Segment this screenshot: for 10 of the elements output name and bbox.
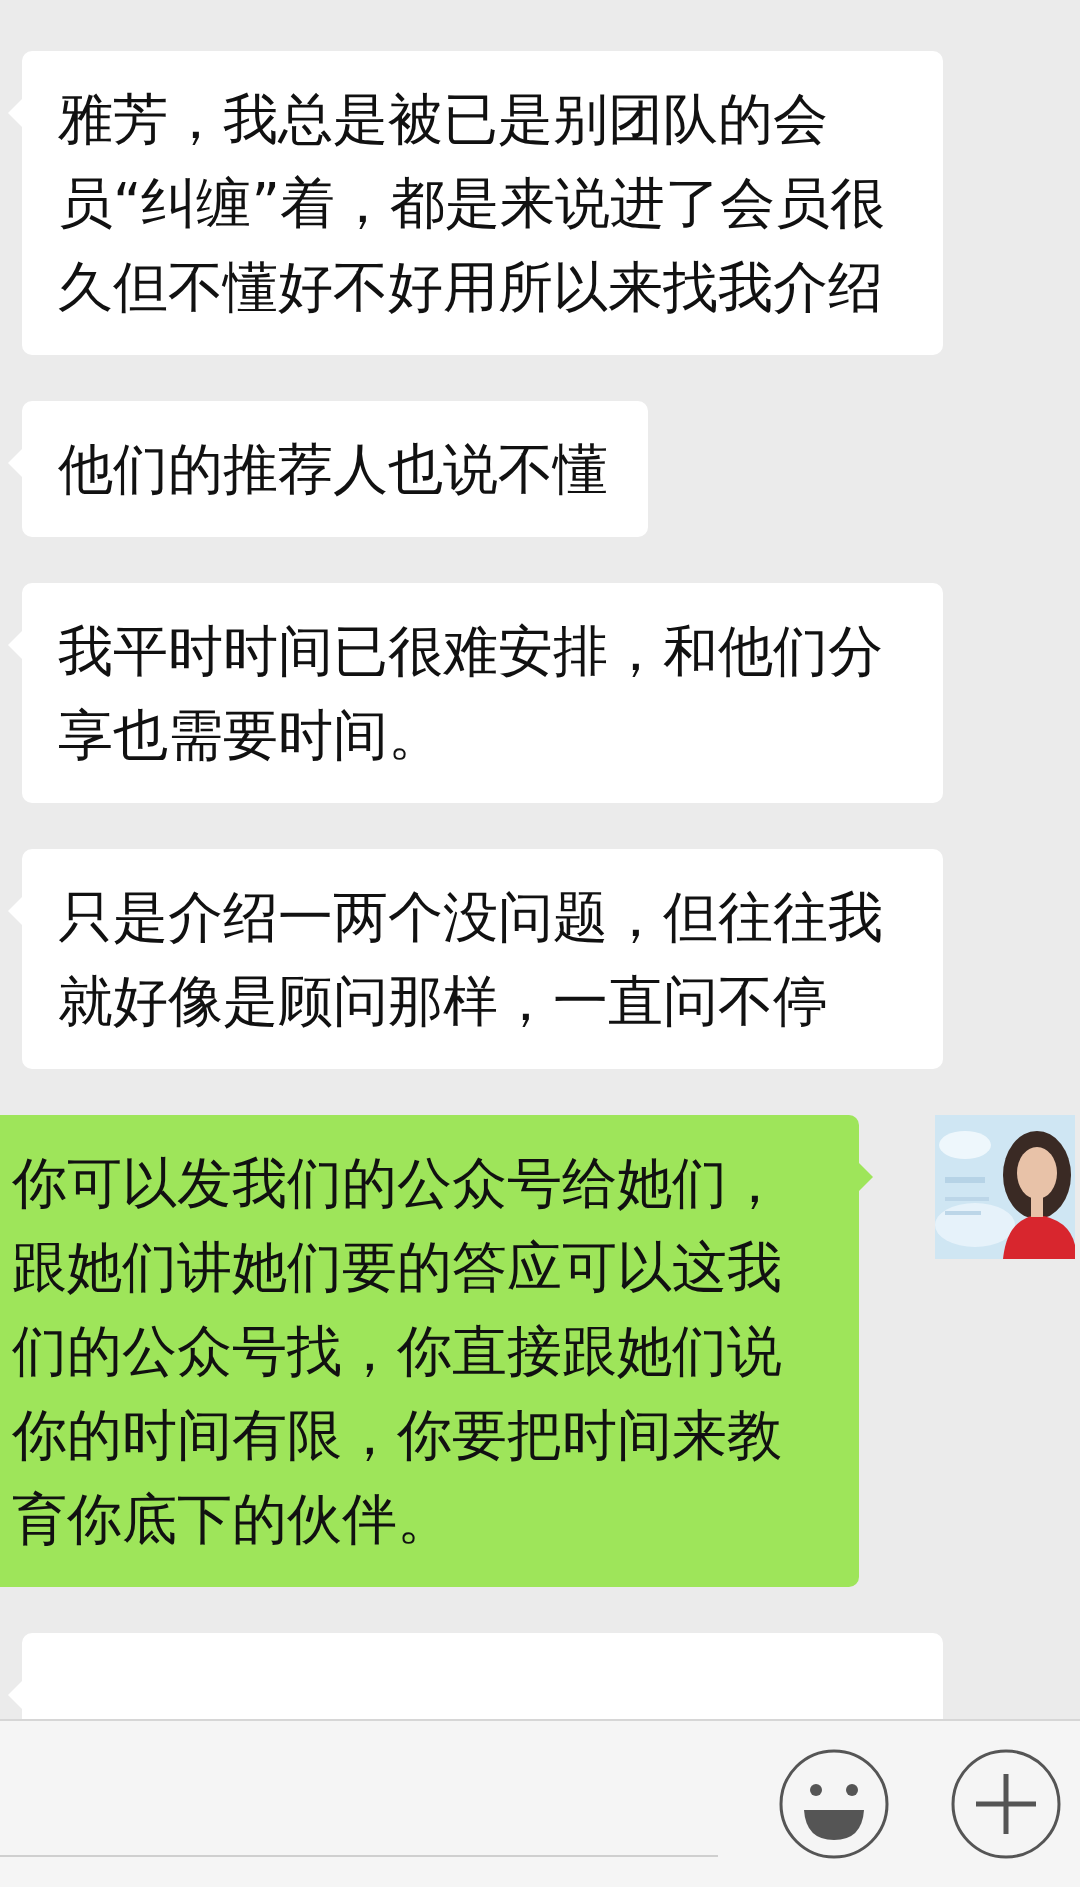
smiley-icon xyxy=(778,1748,890,1860)
bubble-tail xyxy=(859,1163,873,1191)
message-bubble: 雅芳，我总是被已是别团队的会员“纠缠”着，都是来说进了会员很久但不懂好不好用所以来找我介绍 xyxy=(22,51,943,355)
emoji-button[interactable] xyxy=(778,1748,890,1860)
message-bubble: 你可以发我们的公众号给她们，跟她们讲她们要的答应可以这我们的公众号找，你直接跟她们说你的时间有限，你要把时间来教育你底下的伙伴。 xyxy=(0,1115,859,1587)
message-bubble: 我平时时间已很难安排，和他们分享也需要时间。 xyxy=(22,583,943,803)
message-bubble: 他们的推荐人也说不懂 xyxy=(22,401,648,537)
plus-icon xyxy=(950,1748,1062,1860)
plus-button[interactable] xyxy=(950,1748,1062,1860)
message-bubble: 只是介绍一两个没问题，但往往我就好像是顾问那样，一直问不停 xyxy=(22,849,943,1069)
